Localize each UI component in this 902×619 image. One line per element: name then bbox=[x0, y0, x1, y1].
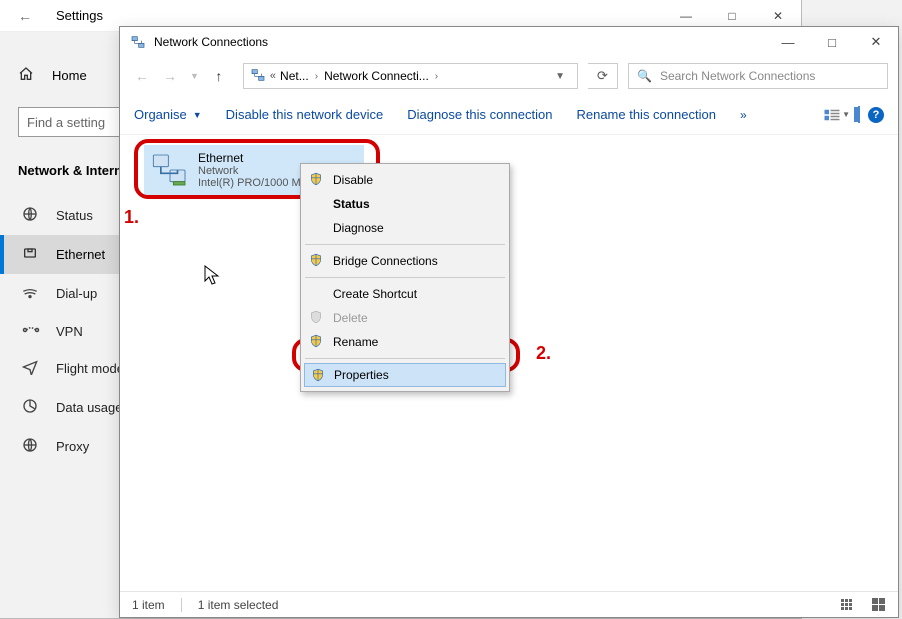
vpn-icon bbox=[22, 323, 40, 339]
help-button[interactable]: ? bbox=[868, 107, 884, 123]
explorer-window: Network Connections ― □ ✕ ← → ▼ ↑ « Net.… bbox=[119, 26, 899, 618]
ctx-disable[interactable]: Disable bbox=[303, 168, 507, 192]
shield-icon bbox=[309, 310, 323, 327]
status-icon bbox=[22, 206, 40, 225]
nav-proxy-label: Proxy bbox=[56, 439, 89, 454]
status-selected-count: 1 item selected bbox=[198, 598, 279, 612]
annotation-number-2: 2. bbox=[536, 343, 551, 364]
explorer-content[interactable]: Ethernet Network Intel(R) PRO/1000 M 1. … bbox=[120, 135, 898, 591]
home-label: Home bbox=[52, 68, 87, 83]
network-connections-app-icon bbox=[128, 32, 148, 52]
rename-connection-button[interactable]: Rename this connection bbox=[576, 107, 715, 122]
nav-status-label: Status bbox=[56, 208, 93, 223]
shield-icon bbox=[311, 368, 325, 385]
breadcrumb-seg1[interactable]: Net... bbox=[280, 69, 309, 83]
nav-dialup-label: Dial-up bbox=[56, 286, 97, 301]
home-icon bbox=[18, 66, 36, 85]
proxy-icon bbox=[22, 437, 40, 456]
explorer-search-placeholder: Search Network Connections bbox=[660, 69, 815, 83]
ctx-status[interactable]: Status bbox=[303, 192, 507, 216]
explorer-titlebar[interactable]: Network Connections ― □ ✕ bbox=[120, 27, 898, 57]
ctx-separator bbox=[305, 358, 505, 359]
explorer-title: Network Connections bbox=[154, 35, 268, 49]
context-menu: Disable Status Diagnose Bridge Connectio… bbox=[300, 163, 510, 392]
adapter-network: Network bbox=[198, 165, 301, 177]
ctx-create-shortcut[interactable]: Create Shortcut bbox=[303, 282, 507, 306]
adapter-name: Ethernet bbox=[198, 151, 301, 165]
ctx-bridge[interactable]: Bridge Connections bbox=[303, 249, 507, 273]
ctx-properties[interactable]: Properties bbox=[304, 363, 506, 387]
data-usage-icon bbox=[22, 398, 40, 417]
explorer-maximize-button[interactable]: □ bbox=[810, 27, 854, 57]
dialup-icon bbox=[22, 284, 40, 303]
back-icon[interactable]: ← bbox=[18, 8, 38, 24]
details-view-button[interactable] bbox=[838, 598, 854, 612]
nav-up-button[interactable]: ↑ bbox=[207, 64, 231, 88]
adapter-text: Ethernet Network Intel(R) PRO/1000 M bbox=[198, 151, 301, 189]
explorer-window-controls: ― □ ✕ bbox=[766, 27, 898, 57]
explorer-toolbar: Organise▼ Disable this network device Di… bbox=[120, 95, 898, 135]
caret-down-icon: ▼ bbox=[193, 110, 202, 120]
breadcrumb-sep2: › bbox=[433, 71, 440, 82]
ctx-diagnose[interactable]: Diagnose bbox=[303, 216, 507, 240]
address-sep-angle: « bbox=[270, 70, 276, 82]
explorer-status-bar: 1 item 1 item selected bbox=[120, 591, 898, 617]
flight-mode-icon bbox=[22, 359, 40, 378]
nav-forward-button[interactable]: → bbox=[158, 64, 182, 88]
disable-device-button[interactable]: Disable this network device bbox=[226, 107, 384, 122]
preview-pane-button[interactable] bbox=[858, 107, 860, 122]
ctx-delete: Delete bbox=[303, 306, 507, 330]
explorer-nav-row: ← → ▼ ↑ « Net... › Network Connecti... ›… bbox=[120, 57, 898, 95]
adapter-device: Intel(R) PRO/1000 M bbox=[198, 177, 301, 189]
explorer-minimize-button[interactable]: ― bbox=[766, 27, 810, 57]
annotation-number-1: 1. bbox=[124, 207, 139, 228]
search-icon: 🔍 bbox=[637, 69, 652, 83]
shield-icon bbox=[309, 172, 323, 189]
explorer-close-button[interactable]: ✕ bbox=[854, 27, 898, 57]
ctx-separator bbox=[305, 277, 505, 278]
toolbar-overflow-button[interactable]: » bbox=[740, 108, 745, 122]
mouse-cursor-icon bbox=[204, 265, 220, 290]
refresh-button[interactable]: ⟳ bbox=[588, 63, 618, 89]
large-icons-view-button[interactable] bbox=[870, 598, 886, 612]
address-dropdown-button[interactable]: ▼ bbox=[549, 71, 571, 82]
status-divider bbox=[181, 598, 182, 612]
diagnose-connection-button[interactable]: Diagnose this connection bbox=[407, 107, 552, 122]
settings-search-placeholder: Find a setting bbox=[27, 115, 105, 130]
nav-history-dropdown[interactable]: ▼ bbox=[186, 71, 203, 81]
nav-flight-label: Flight mode bbox=[56, 361, 124, 376]
status-item-count: 1 item bbox=[132, 598, 165, 612]
caret-down-icon: ▼ bbox=[842, 110, 850, 119]
ctx-rename[interactable]: Rename bbox=[303, 330, 507, 354]
nav-ethernet-label: Ethernet bbox=[56, 247, 105, 262]
settings-title: Settings bbox=[38, 8, 103, 23]
nav-data-label: Data usage bbox=[56, 400, 123, 415]
nav-back-button[interactable]: ← bbox=[130, 64, 154, 88]
shield-icon bbox=[309, 253, 323, 270]
network-adapter-icon bbox=[150, 150, 190, 190]
shield-icon bbox=[309, 334, 323, 351]
breadcrumb-sep1: › bbox=[313, 71, 320, 82]
ethernet-icon bbox=[22, 245, 40, 264]
organise-button[interactable]: Organise▼ bbox=[134, 107, 202, 122]
address-bar[interactable]: « Net... › Network Connecti... › ▼ bbox=[243, 63, 578, 89]
ctx-separator bbox=[305, 244, 505, 245]
address-icon bbox=[250, 67, 266, 86]
breadcrumb-seg2[interactable]: Network Connecti... bbox=[324, 69, 429, 83]
nav-vpn-label: VPN bbox=[56, 324, 83, 339]
view-mode-button[interactable]: ▼ bbox=[823, 108, 850, 122]
explorer-search-input[interactable]: 🔍 Search Network Connections bbox=[628, 63, 888, 89]
